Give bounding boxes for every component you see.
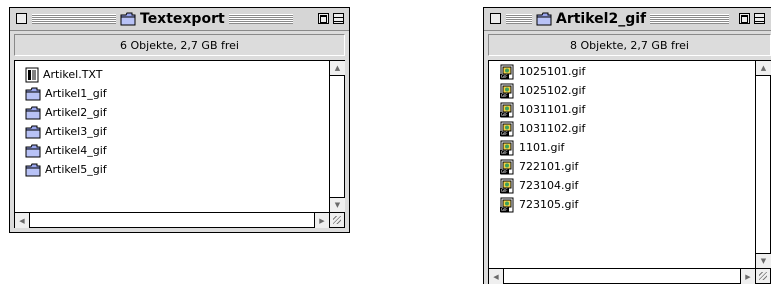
list-item[interactable]: Artikel3_gif bbox=[15, 122, 107, 141]
folder-icon bbox=[25, 87, 41, 100]
file-list[interactable]: Artikel.TXT Artikel1_gif Artikel2_gif Ar… bbox=[14, 60, 345, 228]
list-item[interactable]: Artikel2_gif bbox=[15, 103, 107, 122]
list-item[interactable]: GIF 722101.gif bbox=[489, 157, 585, 176]
scroll-up-arrow-icon[interactable]: ▲ bbox=[330, 61, 345, 76]
vertical-scrollbar[interactable]: ▲ ▼ bbox=[329, 61, 345, 212]
scroll-up-arrow-icon[interactable]: ▲ bbox=[756, 61, 771, 76]
list-item[interactable]: GIF 1031101.gif bbox=[489, 100, 585, 119]
svg-text:GIF: GIF bbox=[501, 112, 508, 117]
zoom-box[interactable] bbox=[318, 13, 329, 24]
file-name: 723105.gif bbox=[519, 198, 579, 211]
gif-image-icon: GIF bbox=[500, 140, 514, 155]
list-item[interactable]: GIF 1025102.gif bbox=[489, 81, 585, 100]
window-title-text: Artikel2_gif bbox=[556, 11, 647, 27]
scroll-left-arrow-icon[interactable]: ◀ bbox=[489, 269, 504, 284]
title-bar[interactable]: Artikel2_gif bbox=[484, 8, 771, 31]
folder-icon bbox=[25, 106, 41, 119]
gif-image-icon: GIF bbox=[500, 64, 514, 79]
finder-window-textexport[interactable]: Textexport 6 Objekte, 2,7 GB frei Artike… bbox=[9, 7, 350, 233]
scroll-down-arrow-icon[interactable]: ▼ bbox=[330, 197, 345, 212]
gif-image-icon: GIF bbox=[500, 197, 514, 212]
list-item[interactable]: Artikel.TXT bbox=[15, 65, 107, 84]
list-item[interactable]: Artikel1_gif bbox=[15, 84, 107, 103]
horizontal-scrollbar[interactable]: ◀ ▶ bbox=[489, 268, 755, 284]
list-item[interactable]: GIF 1101.gif bbox=[489, 138, 585, 157]
file-name: 1025101.gif bbox=[519, 65, 586, 78]
folder-icon bbox=[25, 144, 41, 157]
resize-grip-icon[interactable] bbox=[329, 212, 344, 227]
close-box[interactable] bbox=[16, 13, 27, 24]
list-item[interactable]: Artikel4_gif bbox=[15, 141, 107, 160]
file-name: 1031101.gif bbox=[519, 103, 586, 116]
status-text: 6 Objekte, 2,7 GB frei bbox=[120, 38, 239, 52]
collapse-box[interactable] bbox=[754, 13, 765, 24]
scroll-left-arrow-icon[interactable]: ◀ bbox=[15, 213, 30, 228]
svg-text:GIF: GIF bbox=[501, 74, 508, 79]
scroll-right-arrow-icon[interactable]: ▶ bbox=[740, 269, 755, 284]
collapse-box[interactable] bbox=[333, 13, 344, 24]
window-info-header: 8 Objekte, 2,7 GB frei bbox=[488, 34, 771, 56]
list-item[interactable]: Artikel5_gif bbox=[15, 160, 107, 179]
svg-text:GIF: GIF bbox=[501, 150, 508, 155]
gif-image-icon: GIF bbox=[500, 159, 514, 174]
resize-grip-icon[interactable] bbox=[755, 268, 770, 283]
gif-image-icon: GIF bbox=[500, 83, 514, 98]
gif-image-icon: GIF bbox=[500, 121, 514, 136]
folder-icon bbox=[536, 12, 552, 26]
file-name: Artikel.TXT bbox=[43, 68, 103, 81]
vertical-scrollbar[interactable]: ▲ ▼ bbox=[755, 61, 771, 268]
list-item[interactable]: GIF 1025101.gif bbox=[489, 62, 585, 81]
file-name: 1101.gif bbox=[519, 141, 565, 154]
folder-name: Artikel5_gif bbox=[45, 163, 107, 176]
folder-name: Artikel3_gif bbox=[45, 125, 107, 138]
folder-name: Artikel1_gif bbox=[45, 87, 107, 100]
list-item[interactable]: GIF 1031102.gif bbox=[489, 119, 585, 138]
folder-name: Artikel4_gif bbox=[45, 144, 107, 157]
text-document-icon bbox=[25, 67, 39, 82]
folder-icon bbox=[25, 125, 41, 138]
window-info-header: 6 Objekte, 2,7 GB frei bbox=[14, 34, 345, 56]
window-title-text: Textexport bbox=[140, 11, 225, 27]
svg-text:GIF: GIF bbox=[501, 131, 508, 136]
file-name: 1025102.gif bbox=[519, 84, 586, 97]
list-item[interactable]: GIF 723104.gif bbox=[489, 176, 585, 195]
file-name: 722101.gif bbox=[519, 160, 579, 173]
gif-image-icon: GIF bbox=[500, 102, 514, 117]
close-box[interactable] bbox=[490, 13, 501, 24]
finder-window-artikel2-gif[interactable]: Artikel2_gif 8 Objekte, 2,7 GB frei GIF … bbox=[483, 7, 771, 284]
zoom-box[interactable] bbox=[739, 13, 750, 24]
folder-name: Artikel2_gif bbox=[45, 106, 107, 119]
file-list[interactable]: GIF 1025101.gif GIF 1025102.gif GIF 1031… bbox=[488, 60, 771, 284]
title-bar[interactable]: Textexport bbox=[10, 8, 349, 31]
window-title: Artikel2_gif bbox=[532, 10, 651, 28]
svg-text:GIF: GIF bbox=[501, 93, 508, 98]
svg-text:GIF: GIF bbox=[501, 169, 508, 174]
status-text: 8 Objekte, 2,7 GB frei bbox=[570, 38, 689, 52]
window-title: Textexport bbox=[116, 10, 229, 28]
svg-text:GIF: GIF bbox=[501, 207, 508, 212]
list-item[interactable]: GIF 723105.gif bbox=[489, 195, 585, 214]
gif-image-icon: GIF bbox=[500, 178, 514, 193]
scroll-right-arrow-icon[interactable]: ▶ bbox=[314, 213, 329, 228]
folder-icon bbox=[120, 12, 136, 26]
folder-icon bbox=[25, 163, 41, 176]
horizontal-scrollbar[interactable]: ◀ ▶ bbox=[15, 212, 329, 228]
svg-text:GIF: GIF bbox=[501, 188, 508, 193]
scroll-down-arrow-icon[interactable]: ▼ bbox=[756, 253, 771, 268]
file-name: 1031102.gif bbox=[519, 122, 586, 135]
file-name: 723104.gif bbox=[519, 179, 579, 192]
